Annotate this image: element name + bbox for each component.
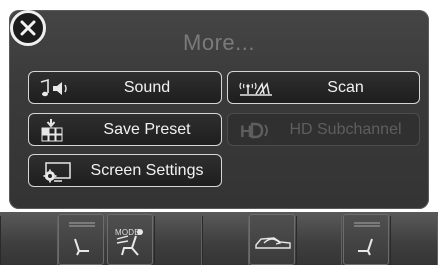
audio-more-menu-screen: More... Sound Scan Save Preset H HD Subc… [0, 0, 438, 265]
screen-settings-button[interactable]: Screen Settings [28, 154, 222, 187]
bar-slot [296, 216, 342, 265]
page-title: More... [183, 30, 255, 55]
driver-seat-heat-button[interactable] [58, 214, 104, 265]
hd-subchannel-label: HD Subchannel [289, 120, 402, 138]
passenger-seat-heat-icon [354, 222, 380, 256]
screen-settings-icon [43, 162, 71, 183]
hd-radio-icon: H [240, 122, 268, 141]
scan-icon [239, 81, 272, 96]
climate-mode-icon [116, 229, 143, 256]
bar-slot [0, 216, 58, 265]
close-button[interactable] [10, 10, 46, 46]
save-preset-icon [41, 119, 63, 142]
driver-seat-heat-icon [69, 222, 95, 256]
bar-slot [154, 216, 202, 265]
climate-mode-button[interactable] [107, 214, 153, 265]
scan-label: Scan [327, 78, 364, 96]
bar-slot [390, 216, 438, 265]
svg-text:H: H [240, 122, 252, 141]
bar-slot [202, 216, 249, 265]
recirculation-icon [255, 237, 291, 249]
scan-button[interactable]: Scan [227, 71, 420, 104]
passenger-seat-heat-button[interactable] [343, 214, 389, 265]
sound-icon [40, 78, 67, 97]
screen-settings-label: Screen Settings [90, 161, 204, 179]
mode-label: MODE [115, 228, 140, 237]
close-icon [20, 20, 36, 36]
save-preset-label: Save Preset [103, 120, 191, 138]
recirculation-button[interactable] [249, 214, 295, 265]
sound-label: Sound [123, 78, 171, 96]
sound-button[interactable]: Sound [28, 71, 222, 104]
save-preset-button[interactable]: Save Preset [28, 113, 222, 146]
hd-subchannel-button[interactable]: H HD Subchannel [227, 113, 420, 146]
